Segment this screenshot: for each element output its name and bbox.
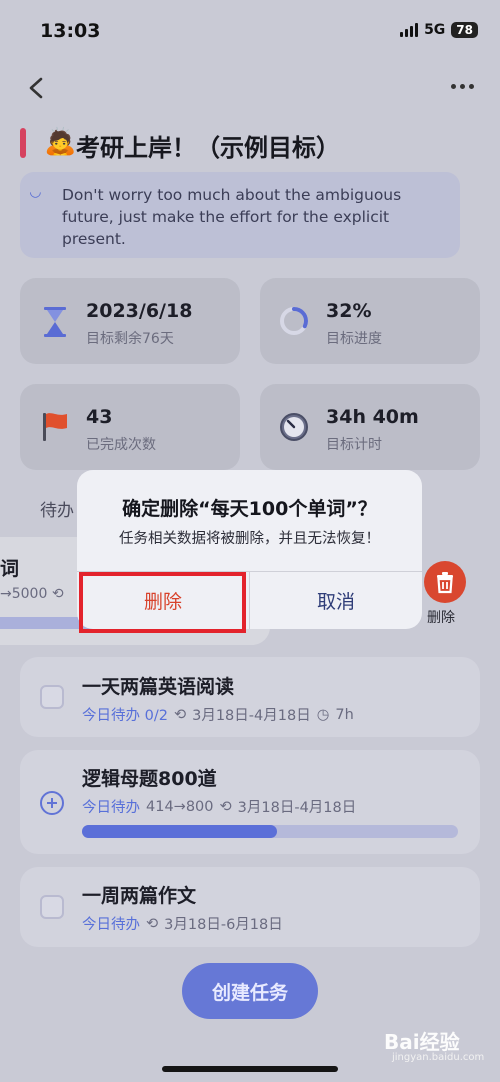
task-meta: 今日待办 0/2 ⟲ 3月18日-4月18日 ◷ 7h xyxy=(82,706,354,725)
page-title: 考研上岸！（示例目标） xyxy=(76,134,340,162)
task-checkbox[interactable] xyxy=(40,685,64,709)
progress-value: 32% xyxy=(326,300,372,322)
watermark-logo: Bai经验 xyxy=(384,1030,460,1054)
watermark-url: jingyan.baidu.com xyxy=(392,1052,485,1063)
trash-icon xyxy=(437,572,453,594)
title-accent-bar xyxy=(20,128,26,158)
task-checkbox[interactable] xyxy=(40,895,64,919)
task-title: 一周两篇作文 xyxy=(82,885,197,907)
status-time: 13:03 xyxy=(40,20,101,42)
swipe-delete-label: 删除 xyxy=(427,610,455,626)
task-title: 逻辑母题800道 xyxy=(82,768,217,790)
dialog-title: 确定删除“每天100个单词”？ xyxy=(122,498,377,520)
deadline-value: 2023/6/18 xyxy=(86,300,193,322)
dialog-message: 任务相关数据将被删除，并且无法恢复！ xyxy=(119,531,380,547)
completed-value: 43 xyxy=(86,406,113,428)
battery-icon: 78 xyxy=(451,22,478,38)
hourglass-icon xyxy=(44,307,66,337)
cancel-button[interactable]: 取消 xyxy=(250,572,422,629)
task-progress-fill xyxy=(82,825,277,838)
network-label: 5G xyxy=(424,22,446,38)
status-indicators: 5G 78 xyxy=(400,22,478,38)
task-meta: 今日待办 414→800 ⟲ 3月18日-4月18日 xyxy=(82,798,357,817)
create-task-button[interactable]: 创建任务 xyxy=(182,963,318,1019)
repeat-icon: ⟲ xyxy=(51,586,64,602)
flag-icon xyxy=(43,413,67,441)
clock-small-icon: ◷ xyxy=(316,706,330,723)
signal-icon xyxy=(400,23,419,37)
smile-icon: ◡ xyxy=(30,184,41,200)
home-indicator[interactable] xyxy=(162,1066,338,1072)
progress-ring-icon xyxy=(280,307,308,335)
motto-text: Don't worry too much about the ambiguous… xyxy=(62,186,402,248)
swipe-delete-button[interactable] xyxy=(424,561,466,603)
clock-icon xyxy=(280,413,308,441)
progress-label: 目标进度 xyxy=(326,331,382,347)
completed-label: 已完成次数 xyxy=(86,437,156,453)
increment-button[interactable] xyxy=(40,791,64,815)
swiped-task-title: 词 xyxy=(0,558,20,580)
task-meta: 今日待办 ⟲ 3月18日-6月18日 xyxy=(82,915,283,934)
timer-value: 34h 40m xyxy=(326,406,419,428)
todo-section-label: 待办 xyxy=(40,501,74,521)
task-title: 一天两篇英语阅读 xyxy=(82,676,235,698)
deadline-label: 目标剩余76天 xyxy=(86,331,174,347)
plus-icon xyxy=(47,798,57,808)
repeat-icon: ⟲ xyxy=(219,798,232,815)
timer-label: 目标计时 xyxy=(326,437,382,453)
repeat-icon: ⟲ xyxy=(173,706,187,723)
repeat-icon: ⟲ xyxy=(146,915,159,932)
annotation-highlight xyxy=(79,572,246,633)
title-emoji: 🙇 xyxy=(44,127,77,157)
swiped-task-count: →5000 ⟲ xyxy=(0,586,64,602)
more-icon[interactable] xyxy=(451,84,474,89)
back-icon[interactable] xyxy=(26,76,48,100)
